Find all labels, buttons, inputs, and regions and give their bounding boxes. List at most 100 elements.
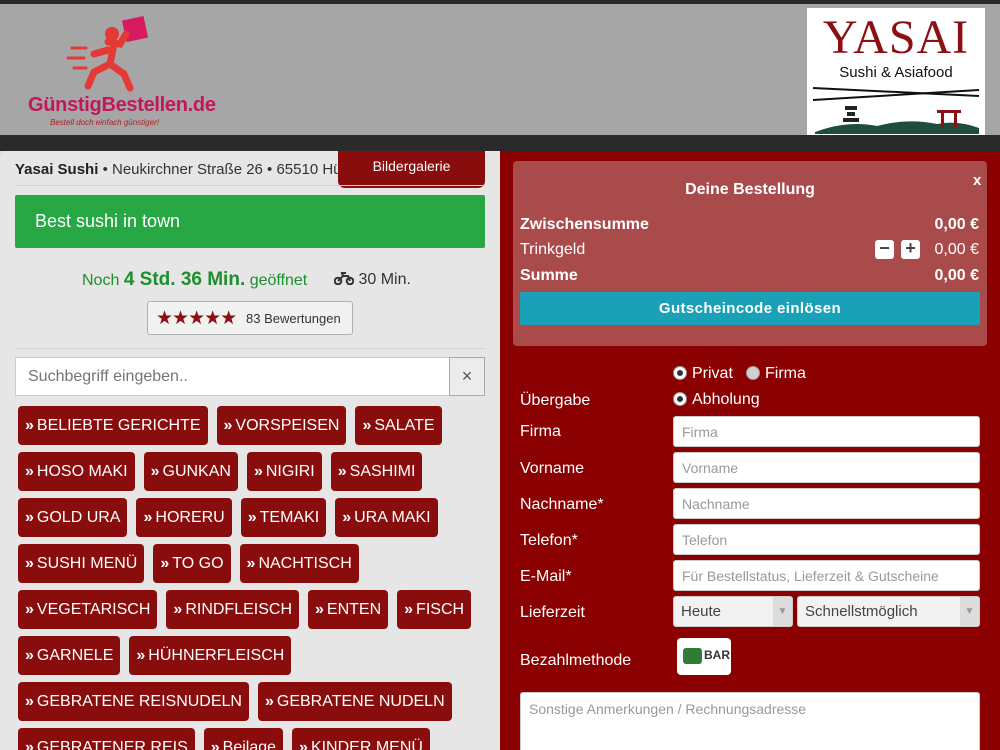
category-label: GEBRATENE REISNUDELN xyxy=(36,693,242,710)
menu-panel-inner: Yasai Sushi • Neukirchner Straße 26 • 65… xyxy=(0,151,500,750)
category-button[interactable]: » NIGIRI xyxy=(246,452,322,491)
divider xyxy=(15,348,485,349)
double-chevron-right-icon: » xyxy=(25,463,34,480)
category-label: HOSO MAKI xyxy=(36,463,128,480)
wallet-icon xyxy=(683,648,702,664)
search-input[interactable] xyxy=(15,357,450,396)
subtotal-label: Zwischensumme xyxy=(520,216,649,233)
category-row: » GEBRATENER REIS» Beilage» KINDER MENÜ xyxy=(15,728,485,750)
customer-type-company-radio[interactable] xyxy=(746,366,760,380)
category-button[interactable]: » HORERU xyxy=(136,498,232,537)
double-chevron-right-icon: » xyxy=(25,739,34,750)
category-label: SALATE xyxy=(374,417,435,434)
phone-field[interactable]: Telefon xyxy=(673,524,980,555)
restaurant-logo-title: YASAI xyxy=(822,11,970,64)
divider xyxy=(15,185,485,186)
category-button[interactable]: » TO GO xyxy=(153,544,231,583)
double-chevron-right-icon: » xyxy=(253,463,263,480)
double-chevron-right-icon: » xyxy=(315,601,324,618)
category-button[interactable]: » GEBRATENER REIS xyxy=(18,728,195,750)
double-chevron-right-icon: » xyxy=(25,555,34,572)
category-button[interactable]: » GUNKAN xyxy=(143,452,238,491)
category-row: » GOLD URA» HORERU» TEMAKI» URA MAKI xyxy=(15,498,485,544)
category-label: Beilage xyxy=(222,739,277,750)
double-chevron-right-icon: » xyxy=(223,417,233,434)
tip-value: 0,00 € xyxy=(934,241,979,258)
category-button[interactable]: » VEGETARISCH xyxy=(18,590,158,629)
gallery-button[interactable]: Bildergalerie xyxy=(338,151,485,188)
category-label: KINDER MENÜ xyxy=(310,739,423,750)
motorcycle-icon xyxy=(333,272,355,286)
category-button[interactable]: » Beilage xyxy=(203,728,284,750)
double-chevron-right-icon: » xyxy=(150,463,160,480)
category-button[interactable]: » BELIEBTE GERICHTE xyxy=(18,406,208,445)
category-button[interactable]: » SASHIMI xyxy=(330,452,423,491)
redeem-voucher-button[interactable]: Gutscheincode einlösen xyxy=(520,292,980,325)
double-chevron-right-icon: » xyxy=(362,417,372,434)
firstname-field[interactable]: Vorname xyxy=(673,452,980,483)
category-button[interactable]: » GEBRATENE NUDELN xyxy=(257,682,452,721)
firstname-label: Vorname xyxy=(520,460,585,477)
double-chevron-right-icon: » xyxy=(337,463,347,480)
category-button[interactable]: » URA MAKI xyxy=(335,498,438,537)
category-button[interactable]: » FISCH xyxy=(397,590,472,629)
total-label: Summe xyxy=(520,267,578,284)
email-field[interactable]: Für Bestellstatus, Lieferzeit & Gutschei… xyxy=(673,560,980,591)
restaurant-address-text: • Neukirchner Straße 26 • 65510 Hün xyxy=(102,161,345,178)
category-button[interactable]: » HÜHNERFLEISCH xyxy=(129,636,292,675)
email-label: E-Mail* xyxy=(520,568,572,585)
category-label: GEBRATENE NUDELN xyxy=(276,693,445,710)
double-chevron-right-icon: » xyxy=(246,555,256,572)
category-button[interactable]: » GOLD URA xyxy=(18,498,128,537)
double-chevron-right-icon: » xyxy=(160,555,170,572)
rating-button[interactable]: ★★★★★ 83 Bewertungen xyxy=(147,301,353,335)
restaurant-slogan-banner: Best sushi in town xyxy=(15,195,485,248)
category-label: NACHTISCH xyxy=(258,555,352,572)
category-label: SUSHI MENÜ xyxy=(36,555,138,572)
customer-type-private-radio[interactable] xyxy=(673,366,687,380)
category-button[interactable]: » ENTEN xyxy=(308,590,389,629)
chopsticks-landscape-icon xyxy=(812,87,980,134)
double-chevron-right-icon: » xyxy=(247,509,257,526)
customer-type-company-label: Firma xyxy=(765,365,806,382)
site-logo[interactable]: GünstigBestellen.de Bestell doch einfach… xyxy=(24,14,216,134)
category-label: HÜHNERFLEISCH xyxy=(148,647,285,664)
tip-decrease-button[interactable]: − xyxy=(875,239,894,259)
close-order-button[interactable]: x xyxy=(973,172,981,189)
category-label: GUNKAN xyxy=(162,463,231,480)
payment-cash-button[interactable]: BAR xyxy=(677,638,731,675)
category-button[interactable]: » HOSO MAKI xyxy=(18,452,135,491)
restaurant-name: Yasai Sushi xyxy=(15,161,99,178)
company-label: Firma xyxy=(520,423,561,440)
category-button[interactable]: » SUSHI MENÜ xyxy=(18,544,145,583)
category-button[interactable]: » TEMAKI xyxy=(240,498,327,537)
logo-slogan: Bestell doch einfach günstiger! xyxy=(50,118,159,127)
category-button[interactable]: » GARNELE xyxy=(18,636,121,675)
category-label: TEMAKI xyxy=(259,509,320,526)
category-row: » SUSHI MENÜ» TO GO» NACHTISCH xyxy=(15,544,485,590)
company-field[interactable]: Firma xyxy=(673,416,980,447)
delivery-time-value: Schnellstmöglich xyxy=(805,603,918,620)
subtotal-value: 0,00 € xyxy=(934,216,979,233)
notes-textarea[interactable]: Sonstige Anmerkungen / Rechnungsadresse xyxy=(520,692,980,750)
category-button[interactable]: » GEBRATENE REISNUDELN xyxy=(18,682,249,721)
order-title: Deine Bestellung xyxy=(685,181,815,198)
category-button[interactable]: » NACHTISCH xyxy=(239,544,359,583)
double-chevron-right-icon: » xyxy=(342,509,352,526)
logo-brand-text: GünstigBestellen.de xyxy=(28,94,216,116)
handover-pickup-label: Abholung xyxy=(692,391,760,408)
category-button[interactable]: » SALATE xyxy=(355,406,442,445)
delivery-time-select[interactable]: Schnellstmöglich ▼ xyxy=(797,596,980,627)
delivery-day-select[interactable]: Heute ▼ xyxy=(673,596,793,627)
tip-increase-button[interactable]: + xyxy=(901,239,920,259)
category-label: RINDFLEISCH xyxy=(185,601,292,618)
category-label: ENTEN xyxy=(326,601,382,618)
site-header: GünstigBestellen.de Bestell doch einfach… xyxy=(0,4,1000,139)
category-button[interactable]: » KINDER MENÜ xyxy=(292,728,430,750)
handover-pickup-radio[interactable] xyxy=(673,392,687,406)
category-button[interactable]: » VORSPEISEN xyxy=(216,406,347,445)
category-button[interactable]: » RINDFLEISCH xyxy=(166,590,299,629)
lastname-field[interactable]: Nachname xyxy=(673,488,980,519)
payment-method-label: Bezahlmethode xyxy=(520,652,632,669)
clear-search-button[interactable]: × xyxy=(449,357,485,396)
